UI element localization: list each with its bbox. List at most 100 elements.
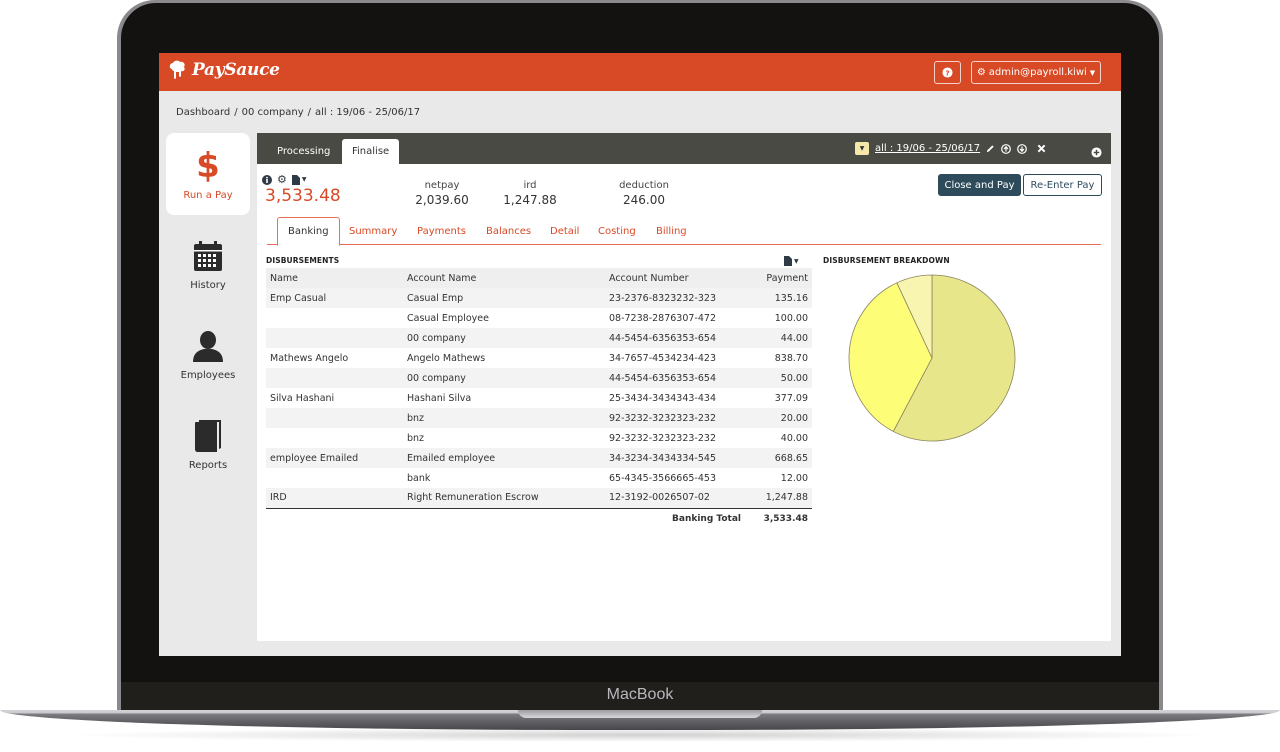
- cell-account-name: Casual Emp: [403, 288, 605, 308]
- laptop-shadow: [60, 728, 1220, 742]
- disbursement-pie-chart: [847, 273, 1017, 443]
- file-export-menu[interactable]: ▼: [291, 174, 307, 185]
- sidebar-item-employees[interactable]: Employees: [166, 313, 250, 395]
- table-row: Casual Employee 08-7238-2876307-472 100.00: [266, 308, 812, 328]
- sidebar-item-label: History: [190, 279, 226, 291]
- cell-payment: 135.16: [745, 288, 812, 308]
- user-menu-button[interactable]: ⚙ admin@payroll.kiwi ▼: [971, 61, 1101, 84]
- tab-billing[interactable]: Billing: [646, 217, 697, 245]
- column-header-account-name[interactable]: Account Name: [403, 268, 605, 288]
- stat-label: deduction: [619, 180, 669, 191]
- stat-deduction: deduction 246.00: [609, 180, 679, 207]
- table-row: 00 company 44-5454-6356353-654 50.00: [266, 368, 812, 388]
- period-selector: ▼ all : 19/06 - 25/06/17: [855, 142, 1046, 155]
- plus-circle-icon[interactable]: [1091, 143, 1102, 162]
- cell-account-name: bank: [407, 472, 431, 484]
- tab-processing[interactable]: Processing: [267, 139, 340, 164]
- cell-name: employee Emailed: [266, 448, 403, 468]
- table-row: Emp Casual Casual Emp 23-2376-8323232-323 1…: [266, 288, 812, 308]
- cell-name: [266, 328, 403, 348]
- tab-payments[interactable]: Payments: [407, 217, 476, 245]
- stat-ird: ird 1,247.88: [495, 180, 565, 207]
- breadcrumb-separator: /: [307, 107, 312, 118]
- help-button[interactable]: ?: [934, 61, 961, 84]
- empty-cell: [266, 508, 403, 530]
- breadcrumb-company[interactable]: 00 company: [242, 107, 304, 118]
- cell-payment: 100.00: [774, 312, 808, 324]
- cell-payment: 838.70: [774, 352, 808, 364]
- arrow-down-circle-icon[interactable]: [1017, 143, 1028, 154]
- cell-account-number: 44-5454-6356353-654: [605, 328, 745, 348]
- cell-account-number: 65-4345-3566665-453: [609, 472, 716, 484]
- brand-name: PaySauce: [192, 60, 280, 80]
- tab-costing[interactable]: Costing: [588, 217, 646, 245]
- pencil-icon[interactable]: [986, 144, 995, 153]
- stat-value: 1,247.88: [503, 193, 557, 207]
- cell-payment: 44.00: [745, 328, 812, 348]
- cell-account-number: 92-3232-3232323-232: [609, 432, 716, 444]
- banking-total-value: 3,533.48: [763, 514, 808, 525]
- pay-run-header: Processing Finalise ▼ all : 19/06 - 25/0…: [257, 133, 1111, 164]
- pay-run-total: 3,533.48: [265, 186, 341, 206]
- close-and-pay-button[interactable]: Close and Pay: [938, 174, 1021, 196]
- cell-account-number: 92-3232-3232323-232: [605, 408, 745, 428]
- empty-cell: [403, 508, 605, 530]
- caret-down-icon: ▼: [301, 176, 307, 183]
- caret-down-icon: ▼: [859, 145, 865, 152]
- cell-payment: 12.00: [780, 472, 808, 484]
- breadcrumb-dashboard[interactable]: Dashboard: [176, 107, 230, 118]
- tab-banking[interactable]: Banking: [277, 217, 340, 246]
- device-brand-label: MacBook: [606, 686, 674, 703]
- tab-balances[interactable]: Balances: [476, 217, 541, 245]
- gear-icon: ⚙: [976, 67, 986, 78]
- cell-name: Silva Hashani: [270, 392, 335, 404]
- table-total-row: Banking Total 3,533.48: [266, 508, 812, 530]
- cell-account-name: Casual Employee: [407, 312, 489, 324]
- cell-payment: 20.00: [745, 408, 812, 428]
- tab-detail[interactable]: Detail: [540, 217, 589, 245]
- report-tabs: Banking Summary Payments Balances Detail…: [267, 217, 1101, 246]
- stat-value: 2,039.60: [415, 193, 469, 207]
- table-header-row: Name Account Name Account Number Payment: [266, 268, 812, 288]
- cell-account-number: 12-3192-0026507-02: [605, 488, 745, 509]
- tab-finalise[interactable]: Finalise: [342, 139, 400, 164]
- cell-name: [266, 408, 403, 428]
- arrow-up-circle-icon[interactable]: [1001, 143, 1012, 154]
- stat-label: netpay: [424, 180, 460, 191]
- re-enter-pay-button[interactable]: Re-Enter Pay: [1023, 174, 1102, 196]
- tab-summary[interactable]: Summary: [339, 217, 407, 245]
- column-header-account-number[interactable]: Account Number: [605, 268, 745, 288]
- sidebar-item-run-a-pay[interactable]: $ Run a Pay: [166, 133, 250, 215]
- breadcrumb-period: all : 19/06 - 25/06/17: [315, 107, 421, 118]
- tab-label: Finalise: [352, 146, 390, 157]
- dollar-icon: $: [196, 145, 220, 186]
- file-icon: [784, 256, 792, 266]
- cell-payment: 50.00: [745, 368, 812, 388]
- top-navbar: PaySauce ? ⚙ admin@payroll.kiwi ▼: [159, 53, 1121, 91]
- column-header-name[interactable]: Name: [266, 268, 403, 288]
- column-header-payment[interactable]: Payment: [745, 268, 812, 288]
- table-export-menu[interactable]: ▼: [784, 256, 799, 266]
- period-link[interactable]: all : 19/06 - 25/06/17: [875, 143, 980, 154]
- period-dropdown-button[interactable]: ▼: [855, 142, 869, 155]
- table-row: bank 65-4345-3566665-453 12.00: [266, 468, 812, 488]
- cell-name: IRD: [266, 488, 403, 509]
- stat-value: 246.00: [623, 193, 665, 207]
- cell-name: [266, 468, 403, 488]
- gear-icon[interactable]: ⚙: [277, 174, 287, 185]
- app-screen: PaySauce ? ⚙ admin@payroll.kiwi ▼ Dashbo…: [159, 53, 1121, 656]
- calendar-icon: [193, 238, 223, 274]
- cell-account-name: bnz: [403, 408, 605, 428]
- table-row: 00 company 44-5454-6356353-654 44.00: [266, 328, 812, 348]
- close-icon[interactable]: [1037, 144, 1046, 153]
- table-row: bnz 92-3232-3232323-232 20.00: [266, 408, 812, 428]
- cell-payment: 1,247.88: [745, 488, 812, 509]
- table-row: Mathews Angelo Angelo Mathews 34-7657-4534…: [266, 348, 812, 368]
- main-panel: Processing Finalise ▼ all : 19/06 - 25/0…: [257, 133, 1111, 641]
- brand-logo[interactable]: PaySauce: [169, 60, 280, 80]
- cell-account-number: 34-7657-4534234-423: [609, 352, 716, 364]
- sidebar-item-reports[interactable]: Reports: [166, 403, 250, 485]
- svg-text:?: ?: [945, 68, 949, 77]
- sidebar-item-label: Employees: [180, 369, 236, 381]
- sidebar-item-history[interactable]: History: [166, 223, 250, 305]
